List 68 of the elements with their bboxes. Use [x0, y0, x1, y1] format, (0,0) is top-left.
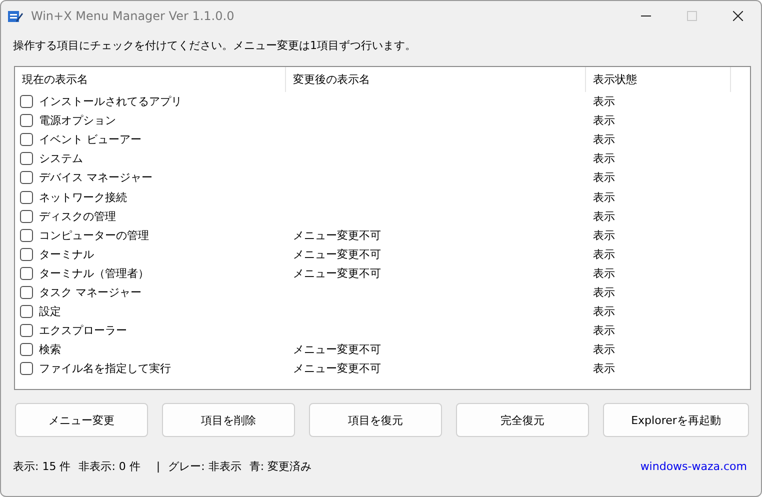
- checkbox[interactable]: [20, 228, 33, 242]
- item-name: 検索: [39, 342, 61, 358]
- action-button[interactable]: 項目を復元: [309, 403, 442, 437]
- item-name: 設定: [39, 304, 61, 320]
- checkbox[interactable]: [20, 152, 33, 166]
- item-name: ディスクの管理: [39, 208, 116, 224]
- checkbox[interactable]: [20, 324, 33, 338]
- action-button[interactable]: Explorerを再起動: [603, 403, 749, 437]
- checkbox[interactable]: [20, 362, 33, 376]
- display-status: 表示: [593, 284, 615, 300]
- item-name: ネットワーク接続: [39, 190, 127, 205]
- checkbox[interactable]: [20, 248, 33, 261]
- column-header[interactable]: 表示状態: [586, 67, 731, 92]
- item-name: 電源オプション: [39, 113, 116, 128]
- new-name: メニュー変更不可: [293, 266, 381, 281]
- display-status: 表示: [593, 228, 615, 243]
- new-name: メニュー変更不可: [293, 246, 381, 262]
- checkbox[interactable]: [20, 171, 33, 184]
- display-status: 表示: [593, 94, 615, 110]
- action-button[interactable]: メニュー変更: [15, 403, 148, 437]
- status-text: 表示: 15 件: [13, 459, 71, 474]
- display-status: 表示: [593, 266, 615, 281]
- column-header[interactable]: 現在の表示名: [15, 67, 286, 92]
- item-name: イベント ビューアー: [39, 132, 142, 148]
- item-name: システム: [39, 151, 83, 166]
- checkbox[interactable]: [20, 190, 33, 204]
- checkbox[interactable]: [20, 286, 33, 299]
- display-status: 表示: [593, 246, 615, 262]
- display-status: 表示: [593, 170, 615, 186]
- item-name: デバイス マネージャー: [39, 170, 152, 186]
- display-status: 表示: [593, 304, 615, 320]
- display-status: 表示: [593, 208, 615, 224]
- new-name: メニュー変更不可: [293, 228, 381, 243]
- checkbox[interactable]: [20, 133, 33, 146]
- item-name: ファイル名を指定して実行: [39, 361, 171, 376]
- window-title: Win+X Menu Manager Ver 1.1.0.0: [31, 9, 234, 23]
- action-button[interactable]: 項目を削除: [162, 403, 295, 437]
- status-text: 非表示: 0 件: [78, 459, 140, 474]
- display-status: 表示: [593, 190, 615, 205]
- app-icon: [7, 8, 23, 24]
- display-status: 表示: [593, 342, 615, 358]
- display-status: 表示: [593, 151, 615, 166]
- status-text: |: [156, 460, 160, 473]
- website-link[interactable]: windows-waza.com: [640, 460, 747, 473]
- item-name: ターミナル: [39, 246, 94, 262]
- item-name: エクスプローラー: [39, 323, 127, 338]
- new-name: メニュー変更不可: [293, 342, 381, 358]
- item-name: タスク マネージャー: [39, 284, 142, 300]
- item-name: ターミナル（管理者）: [39, 266, 149, 281]
- new-name: メニュー変更不可: [293, 361, 381, 376]
- instruction-text: 操作する項目にチェックを付けてください。メニュー変更は1項目ずつ行います。: [12, 38, 417, 54]
- display-status: 表示: [593, 361, 615, 376]
- item-name: コンピューターの管理: [39, 228, 149, 243]
- action-button[interactable]: 完全復元: [456, 403, 589, 437]
- checkbox[interactable]: [20, 95, 33, 108]
- status-text: 青: 変更済み: [249, 459, 312, 474]
- display-status: 表示: [593, 132, 615, 148]
- checkbox[interactable]: [20, 114, 33, 128]
- close-icon[interactable]: [733, 11, 743, 21]
- display-status: 表示: [593, 113, 615, 128]
- status-text: グレー: 非表示: [168, 459, 242, 474]
- checkbox[interactable]: [20, 266, 33, 280]
- checkbox[interactable]: [20, 343, 33, 356]
- checkbox[interactable]: [20, 210, 33, 223]
- display-status: 表示: [593, 323, 615, 338]
- checkbox[interactable]: [20, 305, 33, 318]
- item-name: インストールされてるアプリ: [39, 94, 182, 110]
- column-header[interactable]: 変更後の表示名: [286, 67, 586, 92]
